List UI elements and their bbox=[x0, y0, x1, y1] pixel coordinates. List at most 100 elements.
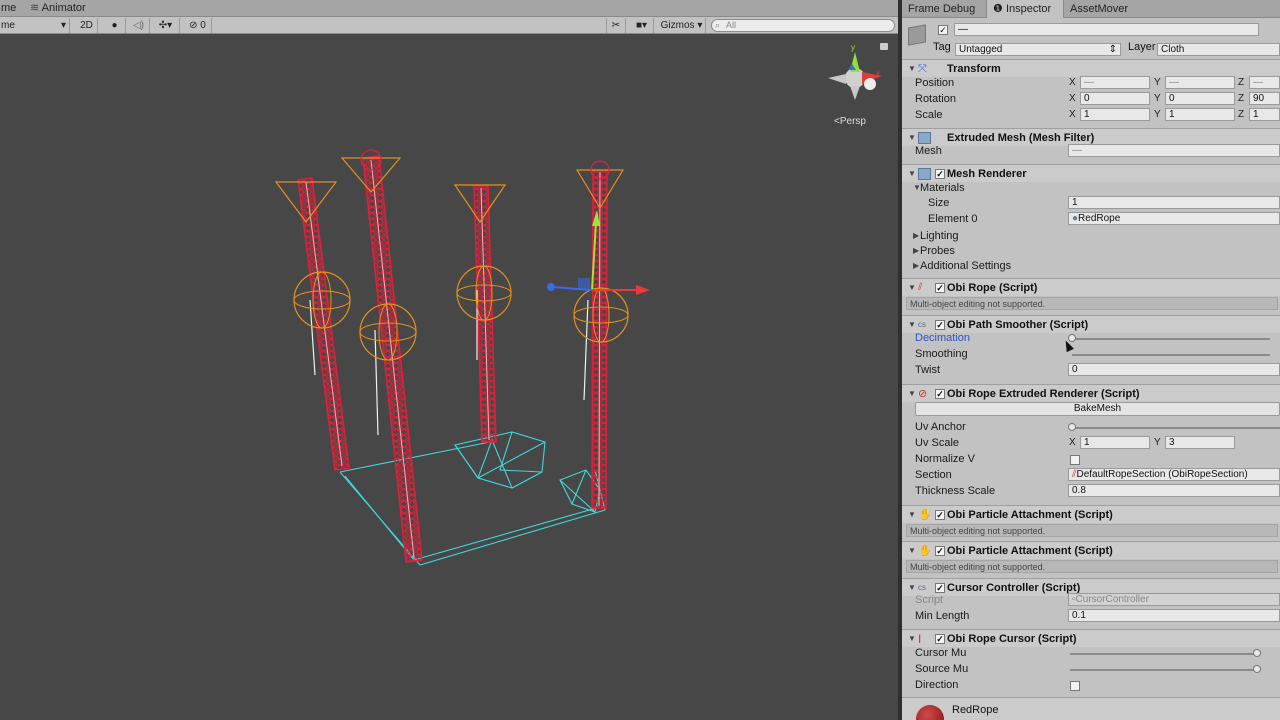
scene-toolbar: me ▾ 2D ● ◁) ✣▾ ⊘ 0 ✂ ■▾ Gizmos ▾ ⌕ All bbox=[0, 17, 900, 34]
thickness-field[interactable]: 0.8 bbox=[1068, 484, 1280, 497]
tools-icon[interactable]: ✂ bbox=[606, 18, 626, 33]
mesh-label: Mesh bbox=[915, 145, 942, 157]
lighting-foldout[interactable]: ▶ Lighting bbox=[902, 228, 1280, 244]
object-name-field[interactable]: — bbox=[954, 23, 1259, 36]
obi-rope-header[interactable]: ▼ ⫽ ✓ Obi Rope (Script) bbox=[902, 278, 1280, 296]
element0-value: RedRope bbox=[1078, 213, 1121, 224]
size-field[interactable]: 1 bbox=[1068, 196, 1280, 209]
uv-anchor-slider-knob[interactable] bbox=[1068, 423, 1076, 431]
inspector-tab-bar: Frame Debug ❶ Inspector AssetMover bbox=[902, 0, 1280, 18]
rope-icon: ⫽ bbox=[918, 282, 923, 293]
lock-icon[interactable] bbox=[880, 43, 888, 50]
particle-attachment-2-header[interactable]: ▼ ✋ ✓ Obi Particle Attachment (Script) bbox=[902, 541, 1280, 559]
material-preview-bar[interactable]: RedRope bbox=[902, 697, 1280, 720]
bake-mesh-button[interactable]: BakeMesh bbox=[915, 402, 1280, 416]
uv-anchor-label: Uv Anchor bbox=[915, 421, 966, 433]
scale-y-field[interactable]: 1 bbox=[1165, 108, 1235, 121]
particle-attachment-1-title: Obi Particle Attachment (Script) bbox=[947, 509, 1113, 521]
tab-inspector[interactable]: ❶ Inspector bbox=[986, 0, 1064, 18]
camera-dropdown-icon[interactable]: ■▾ bbox=[630, 18, 654, 33]
effects-dropdown-icon[interactable]: ✣▾ bbox=[152, 18, 180, 33]
extruded-renderer-header[interactable]: ▼ ⊘ ✓ Obi Rope Extruded Renderer (Script… bbox=[902, 384, 1280, 402]
audio-toggle-icon[interactable]: ◁) bbox=[128, 18, 150, 33]
inspector-panel: Frame Debug ❶ Inspector AssetMover ✓ — T… bbox=[902, 0, 1280, 720]
foldout-arrow-icon: ▼ bbox=[908, 389, 916, 398]
axis-y-label: Y bbox=[1154, 77, 1161, 88]
smoothing-slider[interactable] bbox=[1072, 354, 1270, 356]
projection-toggle[interactable]: <Persp bbox=[834, 116, 866, 127]
position-x-field[interactable]: — bbox=[1080, 76, 1150, 89]
active-checkbox[interactable]: ✓ bbox=[938, 25, 948, 35]
extruded-renderer-enabled-checkbox[interactable]: ✓ bbox=[935, 389, 945, 399]
foldout-arrow-icon: ▶ bbox=[913, 231, 920, 240]
decimation-slider[interactable] bbox=[1072, 338, 1270, 340]
tag-dropdown[interactable]: Untagged ⇕ bbox=[955, 43, 1121, 56]
scene-viewport[interactable]: y x <Persp bbox=[0, 35, 900, 720]
cube-icon bbox=[908, 24, 926, 46]
chevron-down-icon: ▾ bbox=[697, 20, 703, 31]
scene-search-input[interactable]: ⌕ All bbox=[711, 19, 895, 32]
probes-foldout[interactable]: ▶ Probes bbox=[902, 243, 1280, 259]
min-length-field[interactable]: 0.1 bbox=[1068, 609, 1280, 622]
path-smoother-enabled-checkbox[interactable]: ✓ bbox=[935, 320, 945, 330]
source-mu-slider-knob[interactable] bbox=[1253, 665, 1261, 673]
mesh-renderer-icon bbox=[918, 168, 931, 180]
position-y-field[interactable]: — bbox=[1165, 76, 1235, 89]
2d-toggle[interactable]: 2D bbox=[76, 18, 98, 33]
tab-asset-mover[interactable]: AssetMover bbox=[1070, 0, 1150, 18]
element0-field[interactable]: ●RedRope bbox=[1068, 212, 1280, 225]
lighting-toggle-icon[interactable]: ● bbox=[104, 18, 126, 33]
position-z-field[interactable]: — bbox=[1249, 76, 1280, 89]
material-sphere-icon bbox=[916, 705, 944, 720]
particle-attachment-1-header[interactable]: ▼ ✋ ✓ Obi Particle Attachment (Script) bbox=[902, 505, 1280, 523]
mesh-renderer-enabled-checkbox[interactable]: ✓ bbox=[935, 169, 945, 179]
mesh-bounds-wireframe bbox=[339, 431, 606, 566]
uv-scale-y-field[interactable]: 3 bbox=[1165, 436, 1235, 449]
info-icon: ❶ bbox=[993, 3, 1003, 15]
section-field[interactable]: ⫽DefaultRopeSection (ObiRopeSection) bbox=[1068, 468, 1280, 481]
shading-mode-label: me bbox=[1, 20, 15, 31]
uv-anchor-slider[interactable] bbox=[1072, 427, 1280, 429]
tab-inspector-label: Inspector bbox=[1005, 3, 1052, 15]
additional-settings-foldout[interactable]: ▶ Additional Settings bbox=[902, 258, 1280, 274]
min-length-label: Min Length bbox=[915, 610, 970, 622]
tab-animator[interactable]: ≋ Animator bbox=[26, 0, 106, 17]
particle-attachment-2-title: Obi Particle Attachment (Script) bbox=[947, 545, 1113, 557]
normalize-v-checkbox[interactable] bbox=[1070, 455, 1080, 465]
cursor-mu-row: Cursor Mu bbox=[902, 645, 1280, 661]
particle-attachment-2-enabled-checkbox[interactable]: ✓ bbox=[935, 546, 945, 556]
element0-label: Element 0 bbox=[928, 213, 978, 225]
materials-row[interactable]: ▼ Materials bbox=[902, 180, 1280, 196]
uv-scale-x-field[interactable]: 1 bbox=[1080, 436, 1150, 449]
orientation-gizmo[interactable]: y x bbox=[828, 43, 882, 100]
cursor-mu-slider[interactable] bbox=[1070, 653, 1260, 655]
layer-dropdown[interactable]: Cloth bbox=[1157, 43, 1280, 56]
cursor-icon: I bbox=[918, 632, 922, 646]
cursor-mu-slider-knob[interactable] bbox=[1253, 649, 1261, 657]
hidden-count: 0 bbox=[200, 20, 206, 31]
rope-cursor-enabled-checkbox[interactable]: ✓ bbox=[935, 634, 945, 644]
obi-rope-enabled-checkbox[interactable]: ✓ bbox=[935, 283, 945, 293]
hidden-objects-toggle[interactable]: ⊘ 0 bbox=[184, 18, 212, 33]
direction-checkbox[interactable] bbox=[1070, 681, 1080, 691]
rotation-z-field[interactable]: 90 bbox=[1249, 92, 1280, 105]
mesh-field[interactable]: — bbox=[1068, 144, 1280, 157]
direction-row: Direction bbox=[902, 677, 1280, 693]
particle-attachment-1-enabled-checkbox[interactable]: ✓ bbox=[935, 510, 945, 520]
shading-mode-dropdown[interactable]: me ▾ bbox=[0, 18, 70, 33]
rotation-x-field[interactable]: 0 bbox=[1080, 92, 1150, 105]
gizmos-dropdown[interactable]: Gizmos ▾ bbox=[658, 18, 706, 33]
twist-field[interactable]: 0 bbox=[1068, 363, 1280, 376]
scene-wireframe: y x bbox=[274, 43, 882, 566]
source-mu-slider[interactable] bbox=[1070, 669, 1260, 671]
mesh-row: Mesh — bbox=[902, 143, 1280, 159]
tab-frame-debug[interactable]: Frame Debug bbox=[908, 0, 984, 18]
rotation-y-field[interactable]: 0 bbox=[1165, 92, 1235, 105]
gizmos-label: Gizmos bbox=[660, 20, 695, 31]
scale-x-field[interactable]: 1 bbox=[1080, 108, 1150, 121]
scale-row: Scale X 1 Y 1 Z 1 bbox=[902, 107, 1280, 123]
size-label: Size bbox=[928, 197, 950, 209]
scale-z-field[interactable]: 1 bbox=[1249, 108, 1280, 121]
tab-game[interactable]: me bbox=[0, 0, 24, 17]
unity-editor: me ≋ Animator me ▾ 2D ● ◁) ✣▾ ⊘ 0 ✂ ■▾ Gi… bbox=[0, 0, 1280, 720]
